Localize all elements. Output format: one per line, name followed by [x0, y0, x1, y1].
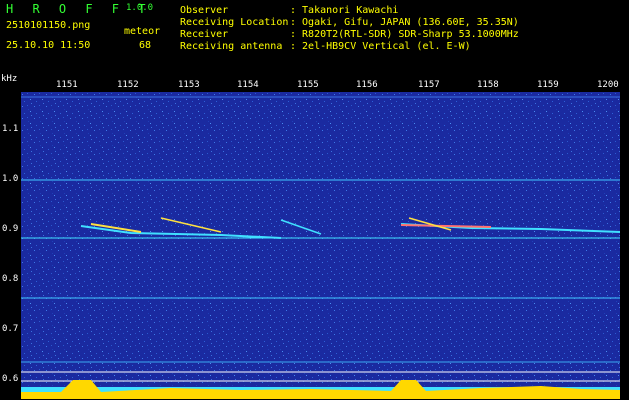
- freq-label-0-6: 0.6: [2, 374, 19, 384]
- hrofft-window: H R O F F T 1.0.0 2510101150.png 25.10.1…: [0, 0, 629, 400]
- info-receiver-key: Receiver: [180, 29, 229, 40]
- info-location-value: : Ogaki, Gifu, JAPAN (136.60E, 35.35N): [290, 17, 519, 28]
- minute-label-1156: 1156: [356, 80, 378, 90]
- info-antenna-value: : 2el-HB9CV Vertical (el. E-W): [290, 41, 471, 52]
- minute-label-1152: 1152: [117, 80, 139, 90]
- datetime: 25.10.10 11:50: [6, 40, 91, 51]
- minute-label-1158: 1158: [477, 80, 499, 90]
- info-observer-value: : Takanori Kawachi: [290, 5, 399, 16]
- minute-label-1154: 1154: [237, 80, 259, 90]
- freq-label-1-0: 1.0: [2, 174, 19, 184]
- info-receiver-value: : R820T2(RTL-SDR) SDR-Sharp 53.1000MHz: [290, 29, 519, 40]
- info-observer-key: Observer: [180, 5, 229, 16]
- app-version: 1.0.0: [126, 3, 154, 13]
- minute-label-1157: 1157: [418, 80, 440, 90]
- header-panel: H R O F F T 1.0.0 2510101150.png 25.10.1…: [0, 0, 629, 70]
- freq-label-0-9: 0.9: [2, 224, 19, 234]
- freq-label-1-1: 1.1: [2, 124, 19, 134]
- info-location-key: Receiving Location: [180, 17, 289, 28]
- minute-label-1153: 1153: [178, 80, 200, 90]
- spectrogram-plot: [21, 92, 620, 399]
- filename: 2510101150.png: [6, 20, 91, 31]
- unit-label: kHz: [1, 74, 18, 84]
- minute-label-1155: 1155: [297, 80, 319, 90]
- meteor-label: meteor: [124, 26, 161, 37]
- freq-label-0-8: 0.8: [2, 274, 19, 284]
- meteor-count: 68: [139, 40, 152, 51]
- spectrogram-svg: [21, 92, 620, 399]
- minute-label-1159: 1159: [537, 80, 559, 90]
- minute-label-1151: 1151: [56, 80, 78, 90]
- minute-label-1200: 1200: [597, 80, 619, 90]
- freq-label-0-7: 0.7: [2, 324, 19, 334]
- info-antenna-key: Receiving antenna: [180, 41, 283, 52]
- noise-background: [21, 92, 620, 399]
